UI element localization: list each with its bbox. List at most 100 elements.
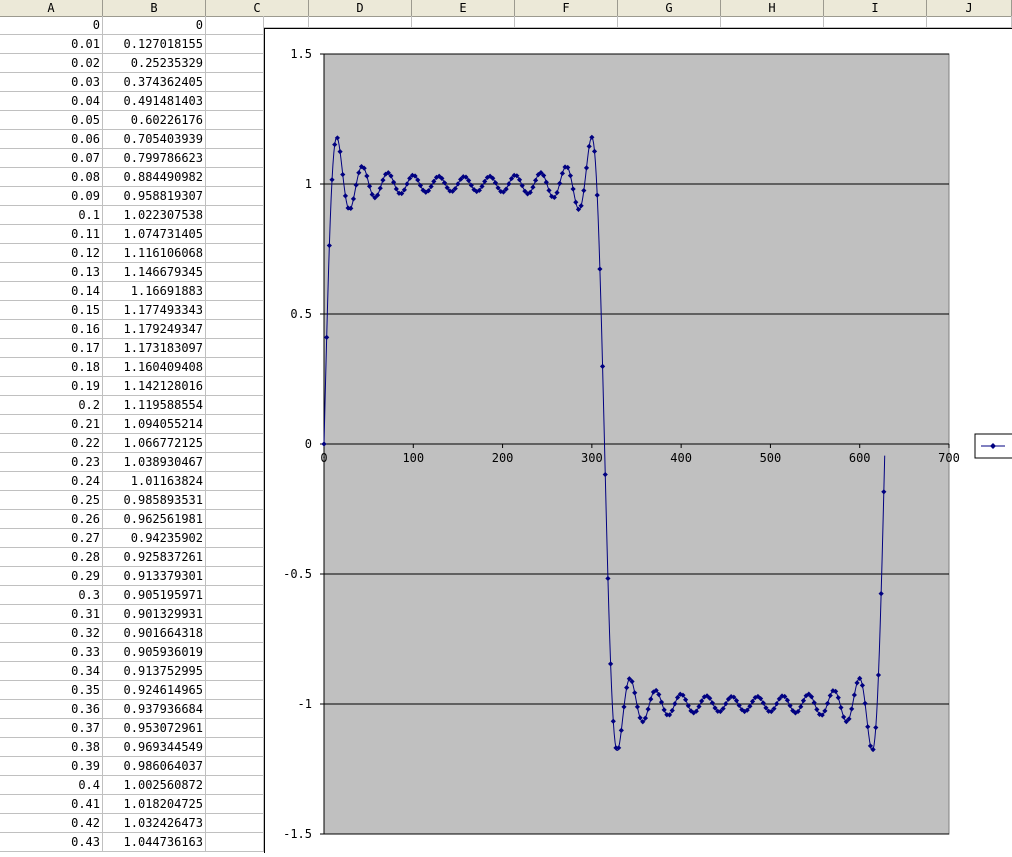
grid-cell[interactable] — [824, 16, 927, 28]
cell-b[interactable]: 0.953072961 — [103, 719, 206, 737]
cell-c[interactable] — [206, 453, 264, 471]
grid-cell[interactable] — [721, 16, 824, 28]
cell-c[interactable] — [206, 662, 264, 680]
chart-area[interactable]: 1.5 1 0.5 0 -0.5 -1 -1.5 0 100 200 300 400 500 600 70… — [264, 28, 1012, 853]
cell-b[interactable]: 0.913752995 — [103, 662, 206, 680]
cell-b[interactable]: 1.177493343 — [103, 301, 206, 319]
cell-a[interactable]: 0.14 — [0, 282, 103, 300]
cell-b[interactable]: 0.60226176 — [103, 111, 206, 129]
cell-c[interactable] — [206, 624, 264, 642]
cell-b[interactable]: 1.038930467 — [103, 453, 206, 471]
cell-b[interactable]: 0.94235902 — [103, 529, 206, 547]
cell-a[interactable]: 0.16 — [0, 320, 103, 338]
cell-c[interactable] — [206, 282, 264, 300]
cell-b[interactable]: 0.901664318 — [103, 624, 206, 642]
cell-a[interactable]: 0.36 — [0, 700, 103, 718]
grid-cell[interactable] — [927, 16, 1012, 28]
cell-a[interactable]: 0 — [0, 16, 103, 34]
cell-b[interactable]: 0.924614965 — [103, 681, 206, 699]
cell-c[interactable] — [206, 776, 264, 794]
cell-a[interactable]: 0.22 — [0, 434, 103, 452]
cell-a[interactable]: 0.18 — [0, 358, 103, 376]
cell-c[interactable] — [206, 719, 264, 737]
cell-a[interactable]: 0.02 — [0, 54, 103, 72]
cell-c[interactable] — [206, 681, 264, 699]
cell-c[interactable] — [206, 168, 264, 186]
cell-c[interactable] — [206, 643, 264, 661]
cell-c[interactable] — [206, 187, 264, 205]
cell-a[interactable]: 0.29 — [0, 567, 103, 585]
cell-b[interactable]: 0.986064037 — [103, 757, 206, 775]
cell-b[interactable]: 0.925837261 — [103, 548, 206, 566]
cell-a[interactable]: 0.39 — [0, 757, 103, 775]
cell-a[interactable]: 0.2 — [0, 396, 103, 414]
cell-b[interactable]: 0.913379301 — [103, 567, 206, 585]
cell-a[interactable]: 0.34 — [0, 662, 103, 680]
column-header-i[interactable]: I — [824, 0, 927, 16]
cell-a[interactable]: 0.33 — [0, 643, 103, 661]
cell-b[interactable]: 1.146679345 — [103, 263, 206, 281]
cell-b[interactable]: 0.969344549 — [103, 738, 206, 756]
cell-a[interactable]: 0.3 — [0, 586, 103, 604]
cell-c[interactable] — [206, 757, 264, 775]
cell-c[interactable] — [206, 415, 264, 433]
cell-b[interactable]: 1.16691883 — [103, 282, 206, 300]
column-header-j[interactable]: J — [927, 0, 1012, 16]
cell-c[interactable] — [206, 149, 264, 167]
cell-b[interactable]: 0.491481403 — [103, 92, 206, 110]
cell-c[interactable] — [206, 529, 264, 547]
cell-c[interactable] — [206, 738, 264, 756]
cell-b[interactable]: 0.705403939 — [103, 130, 206, 148]
cell-a[interactable]: 0.41 — [0, 795, 103, 813]
column-header-c[interactable]: C — [206, 0, 309, 16]
cell-a[interactable]: 0.23 — [0, 453, 103, 471]
cell-b[interactable]: 0.127018155 — [103, 35, 206, 53]
cell-a[interactable]: 0.04 — [0, 92, 103, 110]
cell-a[interactable]: 0.08 — [0, 168, 103, 186]
cell-c[interactable] — [206, 35, 264, 53]
cell-a[interactable]: 0.25 — [0, 491, 103, 509]
cell-a[interactable]: 0.03 — [0, 73, 103, 91]
cell-a[interactable]: 0.09 — [0, 187, 103, 205]
cell-b[interactable]: 0.25235329 — [103, 54, 206, 72]
cell-a[interactable]: 0.17 — [0, 339, 103, 357]
cell-b[interactable]: 0.937936684 — [103, 700, 206, 718]
cell-a[interactable]: 0.1 — [0, 206, 103, 224]
cell-c[interactable] — [206, 567, 264, 585]
cell-a[interactable]: 0.11 — [0, 225, 103, 243]
cell-c[interactable] — [206, 130, 264, 148]
cell-a[interactable]: 0.38 — [0, 738, 103, 756]
legend[interactable] — [974, 433, 1012, 459]
cell-a[interactable]: 0.12 — [0, 244, 103, 262]
cell-c[interactable] — [206, 605, 264, 623]
cell-a[interactable]: 0.32 — [0, 624, 103, 642]
cell-b[interactable]: 1.142128016 — [103, 377, 206, 395]
column-header-h[interactable]: H — [721, 0, 824, 16]
cell-b[interactable]: 1.179249347 — [103, 320, 206, 338]
cell-b[interactable]: 0 — [103, 16, 206, 34]
cell-b[interactable]: 0.905936019 — [103, 643, 206, 661]
cell-c[interactable] — [206, 491, 264, 509]
grid-cell[interactable] — [309, 16, 412, 28]
cell-c[interactable] — [206, 396, 264, 414]
column-header-b[interactable]: B — [103, 0, 206, 16]
cell-a[interactable]: 0.26 — [0, 510, 103, 528]
cell-a[interactable]: 0.06 — [0, 130, 103, 148]
column-header-g[interactable]: G — [618, 0, 721, 16]
grid-cell[interactable] — [264, 16, 309, 28]
column-header-e[interactable]: E — [412, 0, 515, 16]
cell-c[interactable] — [206, 377, 264, 395]
cell-a[interactable]: 0.42 — [0, 814, 103, 832]
cell-b[interactable]: 1.160409408 — [103, 358, 206, 376]
cell-a[interactable]: 0.19 — [0, 377, 103, 395]
cell-a[interactable]: 0.28 — [0, 548, 103, 566]
cell-b[interactable]: 1.01163824 — [103, 472, 206, 490]
cell-b[interactable]: 1.032426473 — [103, 814, 206, 832]
line-chart[interactable]: 1.5 1 0.5 0 -0.5 -1 -1.5 0 100 200 300 400 500 600 70… — [265, 29, 1012, 854]
cell-b[interactable]: 0.905195971 — [103, 586, 206, 604]
cell-b[interactable]: 1.074731405 — [103, 225, 206, 243]
cell-a[interactable]: 0.13 — [0, 263, 103, 281]
cell-b[interactable]: 1.002560872 — [103, 776, 206, 794]
cell-a[interactable]: 0.4 — [0, 776, 103, 794]
cell-b[interactable]: 0.884490982 — [103, 168, 206, 186]
